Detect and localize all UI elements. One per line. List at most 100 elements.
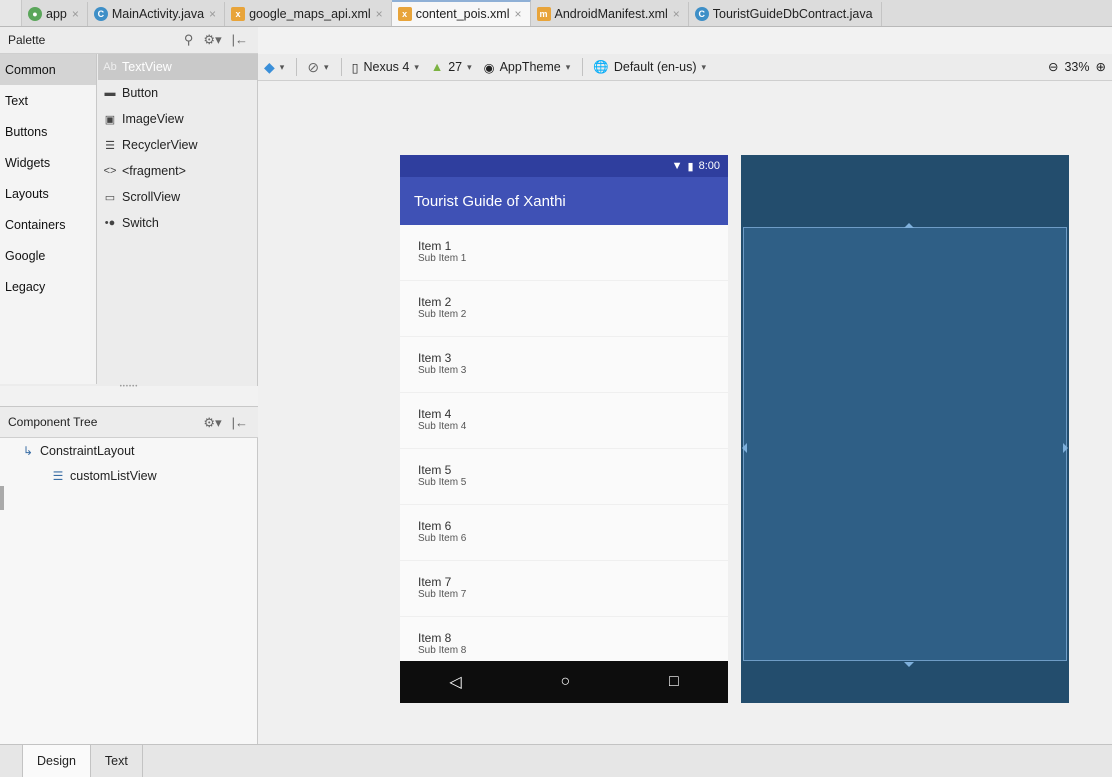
tree-node-constraintlayout[interactable]: ↳ ConstraintLayout — [0, 438, 257, 463]
globe-icon: 🌐 — [593, 59, 609, 74]
tab-google-maps-api[interactable]: x google_maps_api.xml × — [225, 2, 392, 26]
tab-mainactivity[interactable]: C MainActivity.java × — [87, 2, 226, 26]
tab-design[interactable]: Design — [22, 745, 91, 777]
category-common[interactable]: Common — [0, 54, 96, 85]
component-switch[interactable]: •● Switch — [98, 210, 257, 236]
textview-icon: Ab — [103, 61, 117, 73]
search-icon[interactable]: ⚲ — [184, 32, 194, 48]
tree-node-label: customListView — [70, 468, 157, 483]
component-fragment[interactable]: <> <fragment> — [98, 158, 257, 184]
category-widgets[interactable]: Widgets — [0, 147, 96, 178]
back-icon: ◁ — [449, 674, 462, 691]
palette-header: Palette ⚲ ⚙▾ |← — [0, 27, 258, 54]
design-surface-button[interactable]: ◆ ▾ — [264, 59, 284, 76]
component-scrollview[interactable]: ▭ ScrollView — [98, 184, 257, 210]
component-tree-title: Component Tree — [8, 415, 98, 429]
palette-title: Palette — [8, 33, 46, 47]
theme-selector[interactable]: ◉ AppTheme ▾ — [484, 60, 571, 75]
phone-icon: ▯ — [351, 60, 359, 75]
android-icon: ▲ — [430, 60, 444, 74]
category-text[interactable]: Text — [0, 85, 96, 116]
theme-label: AppTheme — [499, 60, 561, 74]
zoom-in-icon[interactable]: ⊕ — [1096, 59, 1106, 74]
item-title: Item 8 — [418, 631, 452, 645]
gear-icon[interactable]: ⚙▾ — [203, 32, 221, 48]
constraint-handle-bottom[interactable] — [904, 662, 914, 667]
list-item[interactable]: Item 7 Sub Item 7 — [400, 561, 728, 617]
list-item[interactable]: Item 2 Sub Item 2 — [400, 281, 728, 337]
panel-splitter[interactable]: •••••• — [0, 384, 258, 392]
api-label: 27 — [448, 60, 463, 74]
blueprint-list-bounds[interactable] — [743, 227, 1067, 661]
tab-label: AndroidManifest.xml — [554, 7, 668, 21]
component-label: ImageView — [122, 112, 184, 126]
device-preview[interactable]: ▼ ▮ 8:00 Tourist Guide of Xanthi Item 1S… — [400, 155, 728, 703]
component-recyclerview[interactable]: ☰ RecyclerView — [98, 132, 257, 158]
tab-label: TouristGuideDbContract.java — [712, 7, 873, 21]
api-selector[interactable]: ▲ 27 ▾ — [431, 60, 472, 74]
tab-app[interactable]: ● app × — [22, 2, 88, 26]
orientation-button[interactable]: ⊘ ▾ — [307, 59, 328, 76]
close-icon[interactable]: × — [72, 7, 79, 21]
zoom-out-icon[interactable]: ⊖ — [1048, 59, 1058, 74]
hide-panel-icon[interactable]: |← — [232, 415, 248, 431]
palette-categories: Common Text Buttons Widgets Layouts Cont… — [0, 54, 97, 384]
item-title: Item 6 — [418, 519, 452, 533]
component-label: ScrollView — [122, 190, 181, 204]
hide-panel-icon[interactable]: |← — [232, 32, 248, 48]
zoom-level: 33% — [1064, 59, 1090, 74]
app-bar: Tourist Guide of Xanthi — [400, 177, 728, 225]
design-canvas[interactable]: ▼ ▮ 8:00 Tourist Guide of Xanthi Item 1S… — [258, 81, 1112, 744]
component-tree: ↳ ConstraintLayout ☰ customListView — [0, 438, 258, 744]
tab-label: google_maps_api.xml — [249, 7, 371, 21]
list-item[interactable]: Item 4 Sub Item 4 — [400, 393, 728, 449]
item-subtitle: Sub Item 1 — [418, 253, 467, 264]
constraint-handle-right[interactable] — [1063, 443, 1068, 453]
item-title: Item 7 — [418, 575, 452, 589]
scrollview-icon: ▭ — [104, 191, 116, 204]
constraint-handle-left[interactable] — [742, 443, 747, 453]
device-selector[interactable]: ▯ Nexus 4 ▾ — [352, 60, 419, 75]
rotate-icon: ⊘ — [307, 58, 320, 75]
close-icon[interactable]: × — [673, 7, 680, 21]
category-layouts[interactable]: Layouts — [0, 178, 96, 209]
code-icon: <> — [103, 165, 117, 177]
component-imageview[interactable]: ▣ ImageView — [98, 106, 257, 132]
locale-selector[interactable]: 🌐 Default (en-us) ▾ — [593, 60, 706, 75]
tab-android-manifest[interactable]: m AndroidManifest.xml × — [530, 2, 689, 26]
tree-node-customlistview[interactable]: ☰ customListView — [0, 463, 257, 488]
list-item[interactable]: Item 3 Sub Item 3 — [400, 337, 728, 393]
close-icon[interactable]: × — [376, 7, 383, 21]
layout-file-icon: x — [397, 7, 412, 21]
item-subtitle: Sub Item 5 — [418, 477, 467, 488]
component-button[interactable]: ▬ Button — [98, 80, 257, 106]
close-icon[interactable]: × — [515, 7, 522, 21]
item-title: Item 4 — [418, 407, 452, 421]
list-item[interactable]: Item 6 Sub Item 6 — [400, 505, 728, 561]
tab-label: app — [46, 7, 67, 21]
editor-mode-tabs: Design Text — [0, 744, 1112, 777]
list-item[interactable]: Item 1 Sub Item 1 — [400, 225, 728, 281]
navigation-bar: ◁ ○ □ — [400, 661, 728, 703]
custom-list-view[interactable]: Item 1 Sub Item 1 Item 2 Sub Item 2 Item 3… — [400, 225, 728, 673]
tab-db-contract[interactable]: C TouristGuideDbContract.java — [688, 2, 882, 26]
wifi-icon: ▼ — [671, 160, 683, 172]
category-google[interactable]: Google — [0, 240, 96, 271]
zoom-control: ⊖ 33% ⊕ — [1048, 59, 1106, 75]
blueprint-preview[interactable] — [741, 155, 1069, 703]
item-title: Item 5 — [418, 463, 452, 477]
separator — [340, 58, 342, 76]
category-legacy[interactable]: Legacy — [0, 271, 96, 302]
component-textview[interactable]: Ab TextView — [98, 54, 257, 80]
separator — [582, 58, 584, 76]
category-buttons[interactable]: Buttons — [0, 116, 96, 147]
close-icon[interactable]: × — [209, 7, 216, 21]
constraint-handle-top[interactable] — [904, 223, 914, 228]
list-item[interactable]: Item 5 Sub Item 5 — [400, 449, 728, 505]
tab-text[interactable]: Text — [91, 745, 143, 777]
tab-content-pois[interactable]: x content_pois.xml × — [391, 0, 531, 26]
category-containers[interactable]: Containers — [0, 209, 96, 240]
side-strip — [0, 486, 4, 510]
list-view-icon: ☰ — [52, 468, 64, 483]
gear-icon[interactable]: ⚙▾ — [203, 415, 221, 431]
